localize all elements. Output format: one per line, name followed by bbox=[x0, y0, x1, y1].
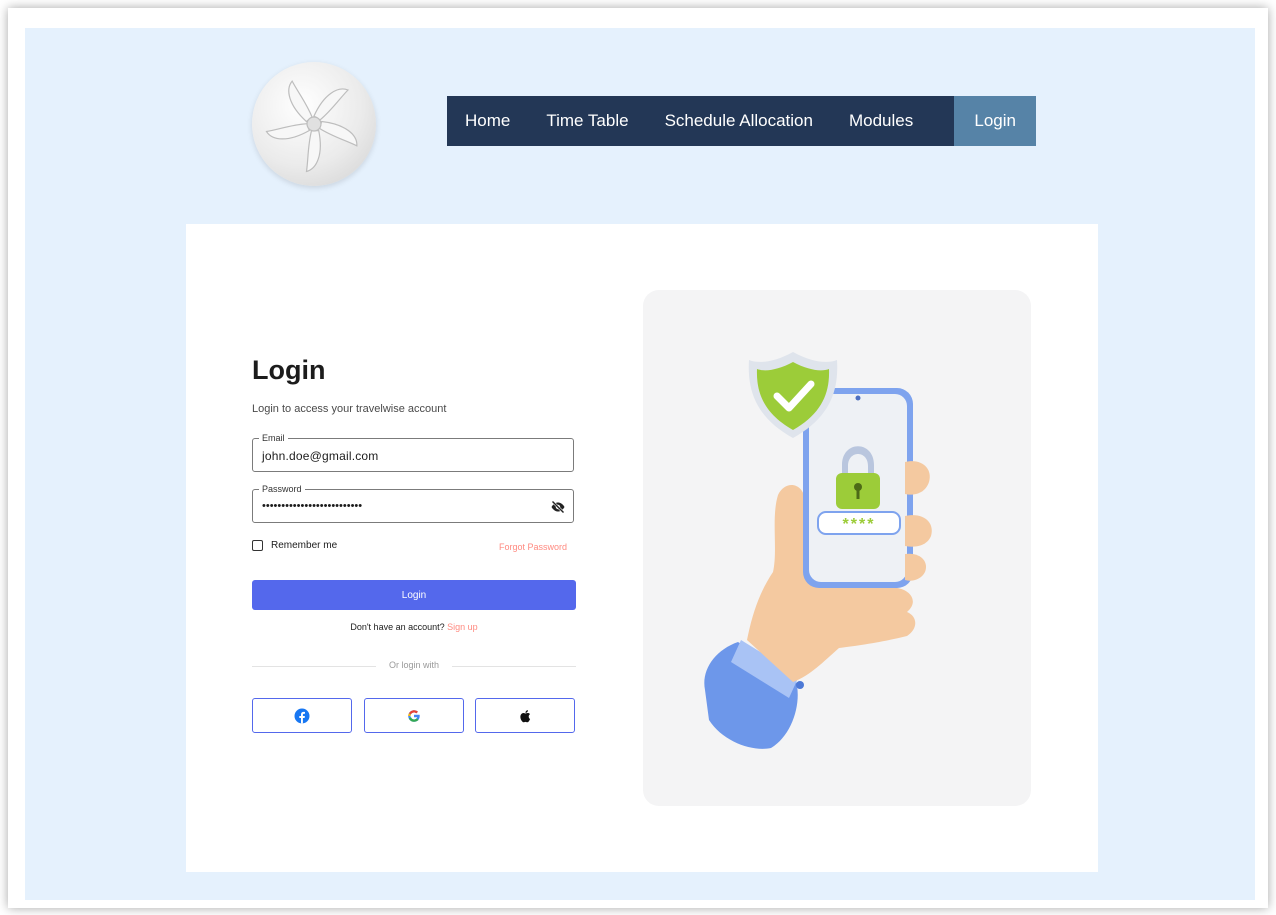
remember-me[interactable]: Remember me bbox=[252, 540, 337, 551]
phone-camera bbox=[855, 395, 861, 401]
page-title: Login bbox=[252, 355, 326, 385]
login-button[interactable]: Login bbox=[252, 580, 576, 610]
facebook-icon bbox=[294, 708, 310, 723]
logo bbox=[252, 62, 376, 186]
cuff-button bbox=[796, 681, 804, 689]
no-account-text: Don't have an account? bbox=[350, 622, 445, 632]
password-label: Password bbox=[259, 483, 305, 495]
phone-security-illustration: **** bbox=[704, 352, 932, 749]
padlock-keyhole-slot bbox=[856, 489, 860, 499]
eye-off-icon[interactable] bbox=[550, 499, 566, 515]
page-subtitle: Login to access your travelwise account bbox=[252, 403, 447, 415]
or-login-with-text: Or login with bbox=[388, 660, 440, 670]
email-label: Email bbox=[259, 432, 288, 444]
email-field[interactable]: Email john.doe@gmail.com bbox=[252, 432, 574, 472]
email-value: john.doe@gmail.com bbox=[262, 449, 379, 463]
security-illustration: **** bbox=[643, 290, 1031, 806]
finger-1 bbox=[905, 461, 930, 495]
google-icon bbox=[408, 709, 420, 722]
password-value: •••••••••••••••••••••••••• bbox=[262, 500, 363, 512]
apple-login-button[interactable] bbox=[475, 698, 575, 733]
signup-row: Don't have an account? Sign up bbox=[252, 622, 576, 632]
nav-home[interactable]: Home bbox=[447, 96, 528, 146]
google-login-button[interactable] bbox=[364, 698, 464, 733]
logo-flower-icon bbox=[265, 80, 358, 173]
password-field[interactable]: Password •••••••••••••••••••••••••• bbox=[252, 483, 574, 523]
main-nav: Home Time Table Schedule Allocation Modu… bbox=[447, 96, 1036, 146]
signup-link[interactable]: Sign up bbox=[447, 622, 478, 632]
finger-2 bbox=[905, 515, 932, 547]
finger-3 bbox=[905, 553, 927, 581]
forgot-password-link[interactable]: Forgot Password bbox=[499, 542, 567, 552]
remember-checkbox[interactable] bbox=[252, 540, 263, 551]
nav-login[interactable]: Login bbox=[954, 96, 1036, 146]
nav-modules[interactable]: Modules bbox=[831, 96, 931, 146]
apple-icon bbox=[520, 709, 531, 722]
or-divider: Or login with bbox=[252, 660, 576, 672]
password-stars: **** bbox=[843, 516, 876, 533]
remember-label: Remember me bbox=[271, 540, 338, 551]
nav-schedule-allocation[interactable]: Schedule Allocation bbox=[647, 96, 831, 146]
facebook-login-button[interactable] bbox=[252, 698, 352, 733]
nav-time-table[interactable]: Time Table bbox=[528, 96, 646, 146]
